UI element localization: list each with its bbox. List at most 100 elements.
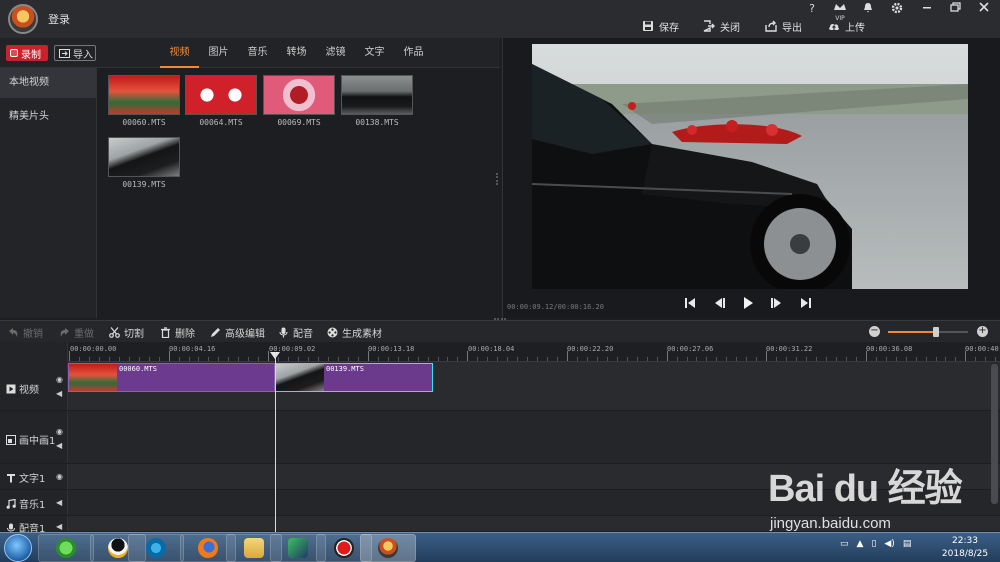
- network-icon[interactable]: ▤: [903, 539, 912, 549]
- ruler-tick: [507, 357, 509, 361]
- timeline-ruler[interactable]: 00:00:00.00 00:00:04.16 00:00:09.02 00:0…: [68, 342, 1000, 362]
- timeline-toolbar: 撤销 重做 切割 删除 高级编辑 配音 生成素材 − +: [0, 318, 1000, 342]
- media-item[interactable]: 00069.MTS: [263, 75, 335, 127]
- step-forward-icon[interactable]: [770, 296, 784, 310]
- upload-button[interactable]: 上传: [828, 18, 865, 34]
- title-bar: 登录 ? VIP 保存 关闭 导出 上传: [0, 0, 1000, 38]
- ruler-tick: [567, 351, 568, 361]
- ruler-tick: [686, 357, 688, 361]
- playhead[interactable]: [275, 353, 276, 533]
- volume-icon[interactable]: ◀): [884, 539, 894, 549]
- tab-image[interactable]: 图片: [199, 38, 238, 68]
- firefox-icon: [198, 538, 218, 558]
- export-button[interactable]: 导出: [765, 18, 802, 34]
- zoom-slider[interactable]: [888, 327, 968, 337]
- play-icon[interactable]: [741, 296, 755, 310]
- taskbar-app[interactable]: [128, 534, 184, 562]
- tab-video[interactable]: 视频: [160, 38, 199, 68]
- media-filename: 00060.MTS: [122, 118, 166, 127]
- cut-button[interactable]: 切割: [109, 325, 144, 340]
- restore-icon[interactable]: [946, 2, 964, 16]
- bell-icon[interactable]: [859, 2, 877, 16]
- taskbar-app[interactable]: [38, 534, 94, 562]
- media-filename: 00069.MTS: [277, 118, 321, 127]
- playback-controls: [683, 296, 813, 310]
- pip-track-icon: [6, 434, 16, 445]
- ruler-tick: [955, 357, 957, 361]
- advanced-edit-button[interactable]: 高级编辑: [210, 325, 265, 340]
- zoom-out-button[interactable]: −: [869, 326, 880, 337]
- gear-icon[interactable]: [888, 2, 906, 16]
- media-item[interactable]: 00064.MTS: [185, 75, 257, 127]
- taskbar-app-active[interactable]: [360, 534, 416, 562]
- usb-icon[interactable]: ▯: [871, 539, 876, 549]
- ruler-tick: [925, 357, 927, 361]
- track-header-video: 视频 ◉ ◀: [0, 362, 68, 411]
- ruler-tick: [69, 351, 70, 361]
- speaker-icon[interactable]: ◀: [56, 387, 63, 401]
- tab-works[interactable]: 作品: [394, 38, 433, 68]
- zoom-in-button[interactable]: +: [977, 326, 988, 337]
- delete-label: 删除: [175, 329, 195, 340]
- taskbar-clock[interactable]: 22:33 2018/8/25: [935, 535, 995, 561]
- ruler-tick: [716, 357, 718, 361]
- ruler-tick: [168, 351, 170, 361]
- save-button[interactable]: 保存: [642, 18, 679, 34]
- redo-button[interactable]: 重做: [59, 325, 94, 340]
- ruler-tick: [596, 357, 598, 361]
- speaker-icon[interactable]: ◀: [56, 439, 63, 453]
- tab-text[interactable]: 文字: [355, 38, 394, 68]
- ruler-tick: [845, 357, 847, 361]
- eye-icon[interactable]: ◉: [56, 470, 63, 484]
- track-toggles: ◀: [56, 496, 62, 510]
- ruler-tick: [367, 351, 369, 361]
- tab-transition[interactable]: 转场: [277, 38, 316, 68]
- show-hidden-icons-icon[interactable]: ▲: [857, 539, 864, 549]
- help-icon[interactable]: ?: [803, 2, 821, 16]
- ruler-tick: [467, 351, 469, 361]
- ruler-tick: [586, 357, 588, 361]
- sidebar-item-local-video[interactable]: 本地视频: [0, 68, 96, 98]
- media-item[interactable]: 00139.MTS: [108, 137, 180, 189]
- eye-icon[interactable]: ◉: [56, 373, 63, 387]
- eye-icon[interactable]: ◉: [56, 425, 63, 439]
- tab-filter[interactable]: 滤镜: [316, 38, 355, 68]
- media-item[interactable]: 00138.MTS: [341, 75, 413, 127]
- zoom-slider-handle[interactable]: [933, 327, 939, 337]
- ruler-tick: [318, 357, 319, 361]
- panel-resize-handle[interactable]: [494, 318, 506, 321]
- mic-track-icon: [7, 523, 15, 531]
- media-filename: 00139.MTS: [122, 180, 166, 189]
- tab-music[interactable]: 音乐: [238, 38, 277, 68]
- delete-button[interactable]: 删除: [160, 325, 195, 340]
- import-button[interactable]: 导入: [54, 45, 96, 61]
- login-link[interactable]: 登录: [48, 11, 70, 27]
- track-name: 文字1: [19, 474, 46, 485]
- timeline-clip-selected[interactable]: 00139.MTS: [275, 363, 433, 392]
- minimize-icon[interactable]: [918, 2, 936, 16]
- track-headers: 视频 ◉ ◀ 画中画1 ◉ ◀ 文字1 ◉ 音乐1 ◀ 配音1 ◀: [0, 342, 68, 535]
- ruler-label: 00:00:04.16: [169, 345, 216, 353]
- watermark: Bai du 经验 jingyan.baidu.com: [760, 455, 1000, 535]
- track-name: 视频: [19, 385, 39, 396]
- keyboard-icon[interactable]: ▭: [840, 539, 849, 549]
- media-item[interactable]: 00060.MTS: [108, 75, 180, 127]
- dub-button[interactable]: 配音: [278, 325, 313, 340]
- close-project-button[interactable]: 关闭: [703, 18, 740, 34]
- record-button[interactable]: 录制: [6, 45, 48, 61]
- generate-material-button[interactable]: 生成素材: [327, 325, 382, 340]
- skip-end-icon[interactable]: [799, 296, 813, 310]
- undo-button[interactable]: 撤销: [8, 325, 43, 340]
- start-button[interactable]: [4, 534, 32, 562]
- track-toggles: ◉ ◀: [56, 373, 63, 401]
- close-icon[interactable]: [975, 2, 993, 16]
- ruler-tick: [547, 357, 549, 361]
- step-back-icon[interactable]: [712, 296, 726, 310]
- speaker-icon[interactable]: ◀: [56, 496, 62, 510]
- ruler-tick: [726, 357, 728, 361]
- vip-icon[interactable]: VIP: [831, 2, 849, 22]
- splitter-handle[interactable]: [496, 173, 498, 185]
- timeline-clip[interactable]: 00060.MTS: [68, 363, 275, 392]
- skip-start-icon[interactable]: [683, 296, 697, 310]
- sidebar-item-intros[interactable]: 精美片头: [0, 102, 96, 132]
